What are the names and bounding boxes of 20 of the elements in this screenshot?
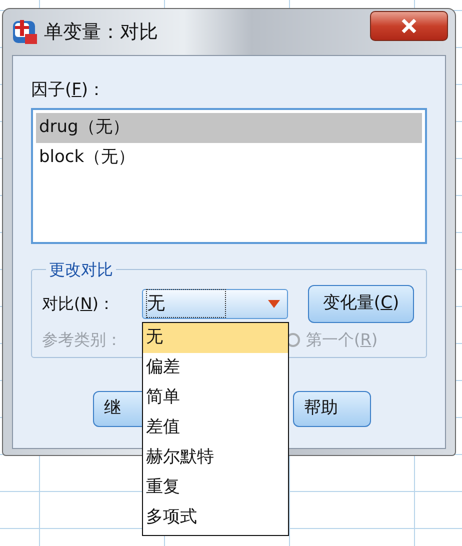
reference-label: 参考类别： (42, 328, 122, 350)
group-title: 更改对比 (48, 258, 114, 280)
dropdown-option[interactable]: 多项式 (143, 503, 288, 533)
dropdown-option[interactable]: 偏差 (143, 353, 288, 383)
factor-item[interactable]: block（无） (36, 142, 422, 172)
dropdown-option[interactable]: 无 (143, 323, 288, 353)
factor-item[interactable]: drug（无） (36, 112, 422, 142)
window-title: 单变量：对比 (44, 20, 158, 45)
factors-label: 因子(F)： (31, 79, 106, 102)
factors-list[interactable]: drug（无） block（无） (31, 108, 427, 244)
help-button[interactable]: 帮助 (293, 390, 371, 426)
contrast-label: 对比(N)： (42, 292, 116, 314)
dropdown-option[interactable]: 赫尔默特 (143, 443, 288, 473)
dropdown-arrow-icon (268, 300, 280, 308)
app-icon (12, 19, 38, 45)
close-button[interactable] (370, 11, 448, 41)
dropdown-option[interactable]: 重复 (143, 473, 288, 503)
contrast-dropdown[interactable]: 无 (142, 288, 288, 318)
change-button[interactable]: 变化量(C) (308, 284, 414, 322)
close-icon (401, 19, 417, 33)
